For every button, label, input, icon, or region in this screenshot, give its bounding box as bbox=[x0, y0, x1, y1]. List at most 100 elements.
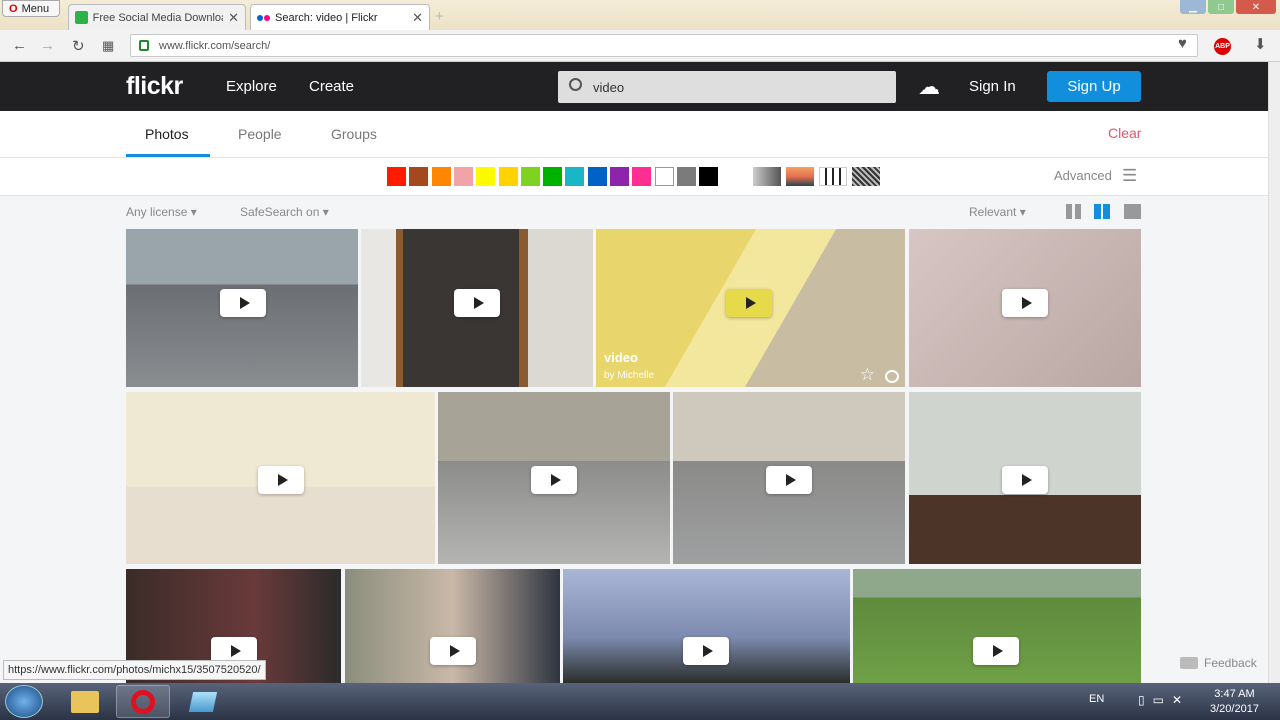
explore-link[interactable]: Explore bbox=[226, 78, 277, 95]
tab-groups[interactable]: Groups bbox=[331, 126, 377, 142]
file-explorer-icon[interactable] bbox=[58, 685, 112, 718]
color-swatch[interactable] bbox=[476, 167, 496, 186]
sign-up-button[interactable]: Sign Up bbox=[1047, 71, 1141, 102]
style-shallow-depth[interactable] bbox=[786, 167, 814, 186]
tab-photos[interactable]: Photos bbox=[145, 126, 189, 142]
grid-view-icon[interactable] bbox=[1066, 204, 1081, 219]
close-tab-icon[interactable]: ✕ bbox=[228, 10, 239, 26]
active-tab-indicator bbox=[126, 154, 210, 157]
play-icon[interactable] bbox=[973, 637, 1019, 665]
heart-icon[interactable]: ♥ bbox=[1178, 35, 1187, 52]
color-swatch[interactable] bbox=[520, 167, 540, 186]
forward-icon[interactable]: → bbox=[40, 37, 55, 54]
video-thumbnail[interactable] bbox=[673, 392, 905, 564]
play-icon[interactable] bbox=[531, 466, 577, 494]
tab-people[interactable]: People bbox=[238, 126, 282, 142]
play-icon[interactable] bbox=[1002, 466, 1048, 494]
search-input[interactable]: video bbox=[558, 71, 896, 103]
window-controls: ▁ □ ✕ bbox=[1180, 0, 1276, 14]
filter-row: Any license ▾ SafeSearch on ▾ Relevant ▾ bbox=[0, 196, 1268, 228]
justified-view-icon[interactable] bbox=[1094, 204, 1111, 219]
style-black-and-white[interactable] bbox=[753, 167, 781, 186]
video-thumbnail[interactable] bbox=[853, 569, 1141, 683]
play-icon[interactable] bbox=[726, 289, 772, 317]
photo-grid: video by Michelle ☆ bbox=[0, 228, 1268, 683]
photo-caption: video by Michelle bbox=[604, 350, 654, 383]
video-thumbnail[interactable] bbox=[909, 392, 1141, 564]
safesearch-dropdown[interactable]: SafeSearch on ▾ bbox=[240, 205, 329, 219]
color-swatch[interactable] bbox=[498, 167, 518, 186]
settings-sliders-icon[interactable]: ☰ bbox=[1122, 166, 1137, 186]
adblock-icon[interactable]: ABP bbox=[1214, 38, 1231, 55]
color-swatch[interactable] bbox=[387, 167, 406, 186]
start-button[interactable] bbox=[5, 685, 43, 718]
back-icon[interactable]: ← bbox=[12, 37, 27, 54]
style-minimalist[interactable] bbox=[819, 167, 847, 186]
video-thumbnail[interactable] bbox=[361, 229, 593, 387]
sort-dropdown[interactable]: Relevant ▾ bbox=[969, 205, 1026, 219]
video-thumbnail[interactable] bbox=[126, 392, 435, 564]
color-swatch[interactable] bbox=[632, 167, 652, 186]
flickr-logo[interactable]: flickr bbox=[126, 72, 183, 101]
color-swatch[interactable] bbox=[676, 167, 696, 186]
clear-button[interactable]: Clear bbox=[1108, 125, 1141, 141]
tab-social-media-download[interactable]: Free Social Media Download ✕ bbox=[68, 4, 246, 30]
color-swatch[interactable] bbox=[431, 167, 451, 186]
photo-title[interactable]: video bbox=[604, 350, 654, 365]
color-swatch[interactable] bbox=[654, 167, 674, 186]
megaphone-icon bbox=[1180, 657, 1198, 669]
color-swatch[interactable] bbox=[699, 167, 719, 186]
advanced-link[interactable]: Advanced bbox=[1054, 168, 1112, 183]
detail-view-icon[interactable] bbox=[1124, 204, 1141, 219]
app-taskbar-icon[interactable] bbox=[176, 685, 230, 718]
video-thumbnail[interactable] bbox=[126, 229, 358, 387]
star-icon[interactable]: ☆ bbox=[860, 365, 875, 385]
color-swatch[interactable] bbox=[543, 167, 563, 186]
play-icon[interactable] bbox=[683, 637, 729, 665]
maximize-icon[interactable]: □ bbox=[1208, 0, 1234, 14]
opera-icon: O bbox=[9, 2, 18, 15]
comment-icon[interactable] bbox=[885, 370, 899, 383]
video-thumbnail-hovered[interactable]: video by Michelle ☆ bbox=[596, 229, 905, 387]
color-swatch[interactable] bbox=[565, 167, 585, 186]
tray-icons[interactable]: ▯▭✕ bbox=[1138, 693, 1190, 707]
color-swatch[interactable] bbox=[409, 167, 429, 186]
create-link[interactable]: Create bbox=[309, 78, 354, 95]
tab-flickr-search[interactable]: Search: video | Flickr ✕ bbox=[250, 4, 430, 30]
page-scrollbar[interactable] bbox=[1268, 62, 1280, 683]
system-clock[interactable]: 3:47 AM 3/20/2017 bbox=[1210, 687, 1259, 717]
color-swatch[interactable] bbox=[610, 167, 629, 186]
new-tab-icon[interactable]: + bbox=[435, 8, 444, 25]
status-bar-url: https://www.flickr.com/photos/michx15/35… bbox=[3, 660, 266, 680]
play-icon[interactable] bbox=[220, 289, 266, 317]
video-thumbnail[interactable] bbox=[563, 569, 850, 683]
url-input[interactable]: www.flickr.com/search/ bbox=[130, 34, 1198, 57]
language-indicator[interactable]: EN bbox=[1089, 693, 1104, 705]
browser-tab-bar: O Menu Free Social Media Download ✕ Sear… bbox=[0, 0, 1280, 30]
sign-in-link[interactable]: Sign In bbox=[969, 78, 1016, 95]
address-bar: ← → ↻ ▦ www.flickr.com/search/ ♥ ABP ⬇ bbox=[0, 30, 1280, 62]
download-icon[interactable]: ⬇ bbox=[1254, 35, 1267, 53]
play-icon[interactable] bbox=[1002, 289, 1048, 317]
close-tab-icon[interactable]: ✕ bbox=[412, 10, 423, 26]
play-icon[interactable] bbox=[258, 466, 304, 494]
play-icon[interactable] bbox=[454, 289, 500, 317]
reload-icon[interactable]: ↻ bbox=[72, 37, 85, 55]
play-icon[interactable] bbox=[766, 466, 812, 494]
license-dropdown[interactable]: Any license ▾ bbox=[126, 205, 197, 219]
video-thumbnail[interactable] bbox=[909, 229, 1141, 387]
opera-menu-button[interactable]: O Menu bbox=[2, 0, 60, 17]
opera-taskbar-icon[interactable] bbox=[116, 685, 170, 718]
color-swatch[interactable] bbox=[587, 167, 607, 186]
video-thumbnail[interactable] bbox=[345, 569, 560, 683]
speed-dial-icon[interactable]: ▦ bbox=[102, 38, 114, 54]
play-icon[interactable] bbox=[430, 637, 476, 665]
upload-cloud-icon[interactable]: ☁ bbox=[918, 74, 940, 100]
feedback-button[interactable]: Feedback bbox=[1180, 656, 1257, 670]
close-window-icon[interactable]: ✕ bbox=[1236, 0, 1276, 14]
video-thumbnail[interactable] bbox=[438, 392, 670, 564]
photo-author[interactable]: by Michelle bbox=[604, 370, 654, 381]
style-patterns[interactable] bbox=[852, 167, 880, 186]
color-swatch[interactable] bbox=[453, 167, 473, 186]
minimize-icon[interactable]: ▁ bbox=[1180, 0, 1206, 14]
